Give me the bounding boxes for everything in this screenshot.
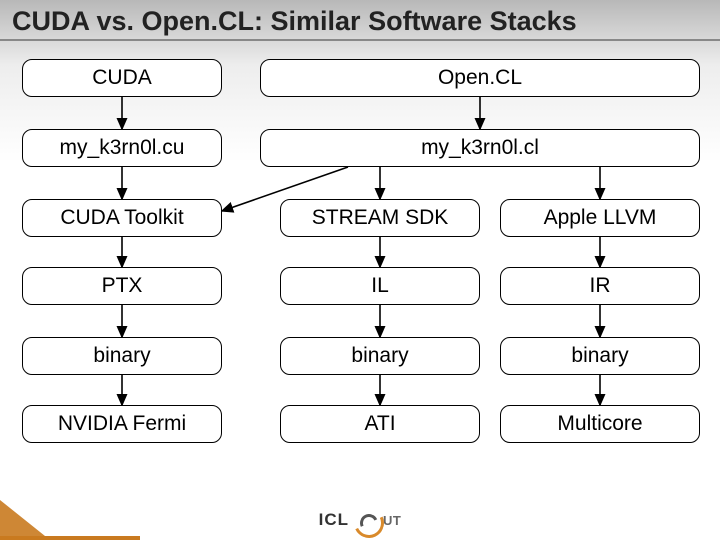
node-label: NVIDIA Fermi — [58, 412, 186, 436]
node-bin_stream: binary — [280, 337, 480, 375]
node-label: my_k3rn0l.cl — [421, 136, 539, 160]
node-ir_ptx: PTX — [22, 267, 222, 305]
node-src_cuda: my_k3rn0l.cu — [22, 129, 222, 167]
node-label: IL — [371, 274, 389, 298]
title-bar: CUDA vs. Open.CL: Similar Software Stack… — [0, 0, 720, 41]
node-label: Open.CL — [438, 66, 522, 90]
node-label: binary — [93, 344, 150, 368]
node-ir_ir: IR — [500, 267, 700, 305]
node-hw_multi: Multicore — [500, 405, 700, 443]
node-label: CUDA — [92, 66, 152, 90]
node-hw_fermi: NVIDIA Fermi — [22, 405, 222, 443]
logo-text-icl: ICL — [319, 510, 349, 530]
node-label: PTX — [102, 274, 143, 298]
node-label: CUDA Toolkit — [60, 206, 183, 230]
node-top_cuda: CUDA — [22, 59, 222, 97]
footer-accent-triangle — [0, 500, 50, 540]
node-tk_apple: Apple LLVM — [500, 199, 700, 237]
slide-title: CUDA vs. Open.CL: Similar Software Stack… — [12, 6, 708, 37]
footer-logo: ICL UT — [319, 507, 402, 533]
node-hw_ati: ATI — [280, 405, 480, 443]
footer: ICL UT — [0, 500, 720, 540]
node-tk_cuda: CUDA Toolkit — [22, 199, 222, 237]
node-label: binary — [571, 344, 628, 368]
node-ir_il: IL — [280, 267, 480, 305]
node-label: Apple LLVM — [544, 206, 657, 230]
node-label: my_k3rn0l.cu — [60, 136, 185, 160]
node-tk_stream: STREAM SDK — [280, 199, 480, 237]
node-label: Multicore — [557, 412, 642, 436]
node-label: IR — [590, 274, 611, 298]
node-bin_apple: binary — [500, 337, 700, 375]
logo-text-ut: UT — [383, 513, 401, 528]
node-bin_cuda: binary — [22, 337, 222, 375]
footer-accent-bar — [0, 536, 140, 540]
node-top_opencl: Open.CL — [260, 59, 700, 97]
node-label: binary — [351, 344, 408, 368]
node-label: STREAM SDK — [312, 206, 449, 230]
swirl-icon — [353, 507, 379, 533]
diagram-stage: CUDA Open.CL my_k3rn0l.cu my_k3rn0l.cl CUDA … — [0, 41, 720, 501]
node-src_cl: my_k3rn0l.cl — [260, 129, 700, 167]
node-label: ATI — [364, 412, 395, 436]
